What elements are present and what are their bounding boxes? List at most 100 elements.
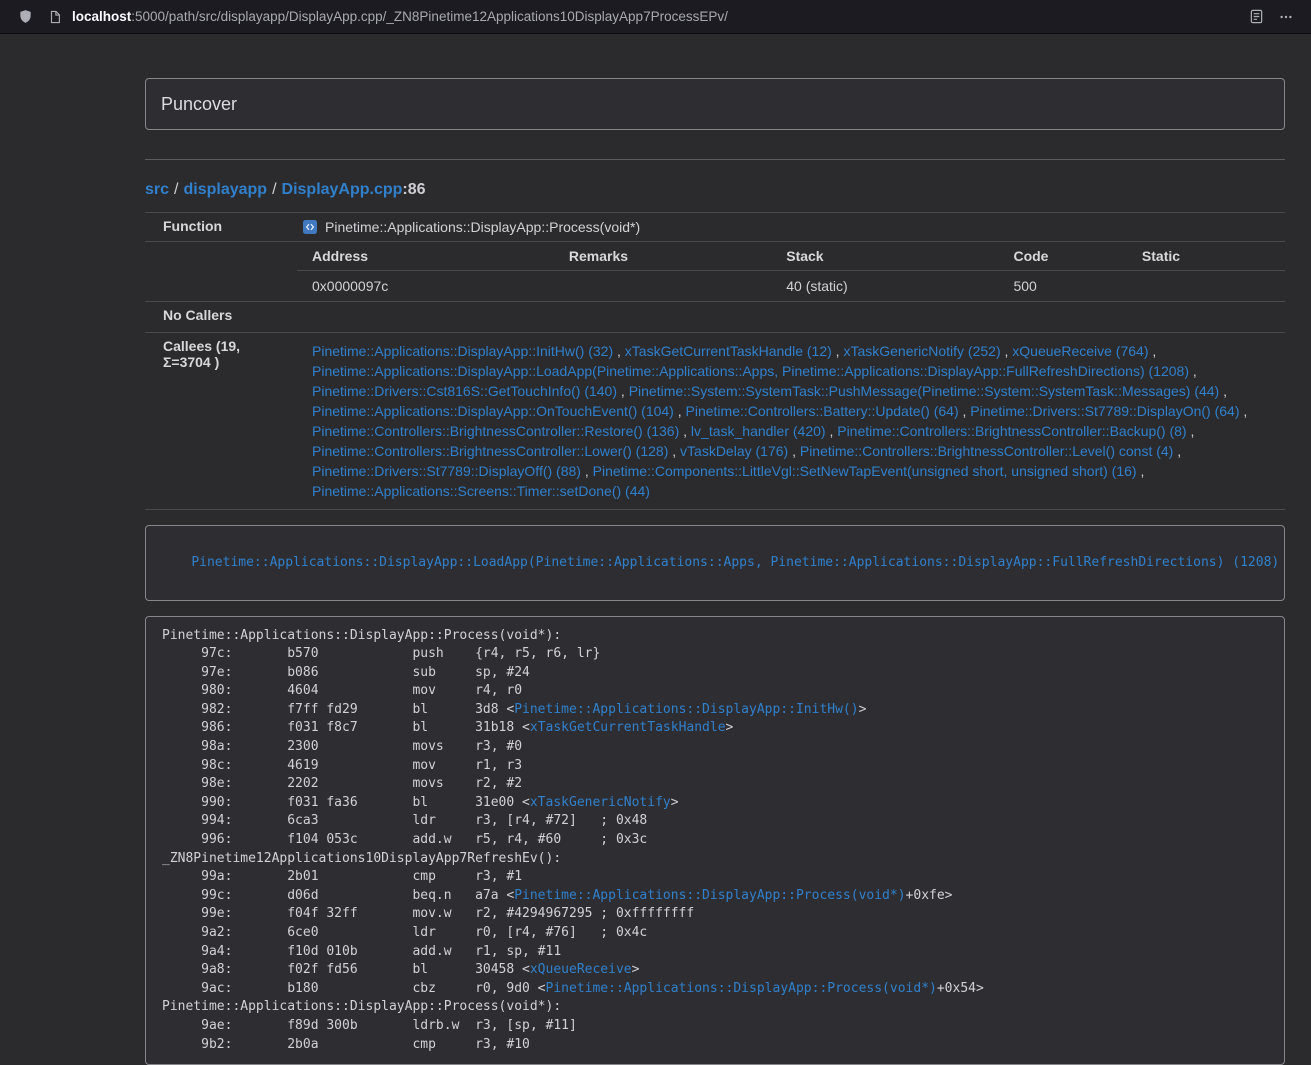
callee-link[interactable]: Pinetime::Components::LittleVgl::SetNewT… [593,463,1137,479]
brand-link[interactable]: Puncover [146,94,252,115]
callee-link[interactable]: Pinetime::Applications::DisplayApp::OnTo… [312,403,674,419]
callee-separator: , [1148,343,1156,359]
no-callers-row: No Callers [145,301,1285,332]
col-static: Static [1127,242,1285,271]
asm-line: 98a: 2300 movs r3, #0 [162,738,1268,757]
breadcrumb-link-file[interactable]: DisplayApp.cpp [282,181,403,198]
callee-link[interactable]: lv_task_handler (420) [691,423,826,439]
breadcrumb: src / displayapp / DisplayApp.cpp:86 [145,181,1285,199]
url-bar[interactable]: localhost:5000/path/src/displayapp/Displ… [72,9,1241,24]
breadcrumb-link-displayapp[interactable]: displayapp [183,181,267,198]
callee-highlight-panel: Pinetime::Applications::DisplayApp::Load… [145,525,1285,601]
callees-label: Callees (19, Σ=3704 ) [145,332,297,509]
breadcrumb-line-number: :86 [402,181,425,198]
callee-separator: , [1189,363,1197,379]
metrics-header-row: Address Remarks Stack Code Static [297,242,1285,271]
callee-link[interactable]: Pinetime::Controllers::BrightnessControl… [312,423,679,439]
asm-line: 9a4: f10d 010b add.w r1, sp, #11 [162,943,1268,962]
callee-highlight-link[interactable]: Pinetime::Applications::DisplayApp::Load… [191,555,1279,570]
col-stack: Stack [771,242,998,271]
browser-toolbar: localhost:5000/path/src/displayapp/Displ… [0,0,1311,34]
page-container: Puncover src / displayapp / DisplayApp.cpp:8… [145,78,1285,1065]
remarks-value [554,271,771,301]
shield-icon[interactable] [16,8,34,26]
callee-separator: , [1173,443,1181,459]
function-type-icon [303,220,317,234]
callee-link[interactable]: Pinetime::Drivers::St7789::DisplayOn() (… [970,403,1239,419]
asm-line: _ZN8Pinetime12Applications10DisplayApp7R… [162,850,1268,869]
callee-link[interactable]: Pinetime::Drivers::Cst816S::GetTouchInfo… [312,383,617,399]
asm-line: 996: f104 053c add.w r5, r4, #60 ; 0x3c [162,831,1268,850]
callee-link[interactable]: xTaskGenericNotify (252) [843,343,1000,359]
stack-value: 40 (static) [771,271,998,301]
callees-row: Callees (19, Σ=3704 ) Pinetime::Applicat… [145,332,1285,509]
disassembly-code: Pinetime::Applications::DisplayApp::Proc… [162,627,1268,1055]
asm-line: 994: 6ca3 ldr r3, [r4, #72] ; 0x48 [162,812,1268,831]
callee-link[interactable]: Pinetime::Drivers::St7789::DisplayOff() … [312,463,581,479]
reader-mode-icon[interactable] [1247,8,1265,26]
col-remarks: Remarks [554,242,771,271]
callee-separator: , [1240,403,1248,419]
static-value [1127,271,1285,301]
code-size-value: 500 [998,271,1126,301]
callee-separator: , [679,423,691,439]
metrics-table: Address Remarks Stack Code Static 0x0000… [297,242,1285,301]
callee-link[interactable]: Pinetime::Controllers::BrightnessControl… [837,423,1186,439]
code-symbol-link[interactable]: Pinetime::Applications::DisplayApp::Proc… [514,888,905,903]
asm-line: 99a: 2b01 cmp r3, #1 [162,868,1268,887]
code-symbol-link[interactable]: xTaskGenericNotify [530,795,671,810]
asm-line: 982: f7ff fd29 bl 3d8 <Pinetime::Applica… [162,701,1268,720]
asm-line: Pinetime::Applications::DisplayApp::Proc… [162,998,1268,1017]
asm-line: 99c: d06d beq.n a7a <Pinetime::Applicati… [162,887,1268,906]
callee-separator: , [832,343,844,359]
callee-separator: , [1137,463,1145,479]
callee-link[interactable]: Pinetime::Controllers::Battery::Update()… [686,403,959,419]
code-symbol-link[interactable]: xTaskGetCurrentTaskHandle [530,720,726,735]
callee-separator: , [668,443,680,459]
code-symbol-link[interactable]: Pinetime::Applications::DisplayApp::Proc… [546,981,937,996]
app-navbar: Puncover [145,78,1285,130]
breadcrumb-separator: / [174,181,178,198]
asm-line: 990: f031 fa36 bl 31e00 <xTaskGenericNot… [162,794,1268,813]
toolbar-actions [1241,8,1301,26]
callee-separator: , [617,383,629,399]
metrics-value-row: 0x0000097c 40 (static) 500 [297,271,1285,301]
callee-link[interactable]: Pinetime::Applications::DisplayApp::Load… [312,363,1189,379]
callee-separator: , [581,463,593,479]
divider [145,159,1285,160]
url-host: localhost [72,9,131,24]
asm-line: 97e: b086 sub sp, #24 [162,664,1268,683]
callee-separator: , [674,403,686,419]
callee-link[interactable]: Pinetime::Applications::DisplayApp::Init… [312,343,613,359]
callee-separator: , [788,443,800,459]
asm-line: 9a2: 6ce0 ldr r0, [r4, #76] ; 0x4c [162,924,1268,943]
code-symbol-link[interactable]: Pinetime::Applications::DisplayApp::Init… [514,702,858,717]
more-menu-icon[interactable] [1277,8,1295,26]
asm-line: Pinetime::Applications::DisplayApp::Proc… [162,627,1268,646]
callee-link[interactable]: Pinetime::Controllers::BrightnessControl… [312,443,668,459]
page-info-icon[interactable] [46,8,64,26]
callee-link[interactable]: xTaskGetCurrentTaskHandle (12) [625,343,832,359]
callee-link[interactable]: vTaskDelay (176) [680,443,788,459]
function-row: Function Pinetime::Applications::Display… [145,213,1285,242]
callee-link[interactable]: Pinetime::Controllers::BrightnessControl… [800,443,1173,459]
callee-separator: , [613,343,625,359]
breadcrumb-link-src[interactable]: src [145,181,169,198]
asm-line: 9ae: f89d 300b ldrb.w r3, [sp, #11] [162,1017,1268,1036]
asm-line: 97c: b570 push {r4, r5, r6, lr} [162,645,1268,664]
callee-link[interactable]: Pinetime::Applications::Screens::Timer::… [312,483,650,499]
callee-link[interactable]: xQueueReceive (764) [1012,343,1148,359]
callees-list: Pinetime::Applications::DisplayApp::Init… [297,332,1285,509]
callee-separator: , [959,403,971,419]
asm-line: 9ac: b180 cbz r0, 9d0 <Pinetime::Applica… [162,980,1268,999]
symbol-table: Function Pinetime::Applications::Display… [145,212,1285,510]
callee-link[interactable]: Pinetime::System::SystemTask::PushMessag… [629,383,1220,399]
code-symbol-link[interactable]: xQueueReceive [530,962,632,977]
breadcrumb-separator: / [272,181,276,198]
asm-line: 99e: f04f 32ff mov.w r2, #4294967295 ; 0… [162,905,1268,924]
asm-line: 98c: 4619 mov r1, r3 [162,757,1268,776]
function-name: Pinetime::Applications::DisplayApp::Proc… [325,219,640,235]
asm-line: 980: 4604 mov r4, r0 [162,682,1268,701]
asm-line: 9a8: f02f fd56 bl 30458 <xQueueReceive> [162,961,1268,980]
col-code: Code [998,242,1126,271]
